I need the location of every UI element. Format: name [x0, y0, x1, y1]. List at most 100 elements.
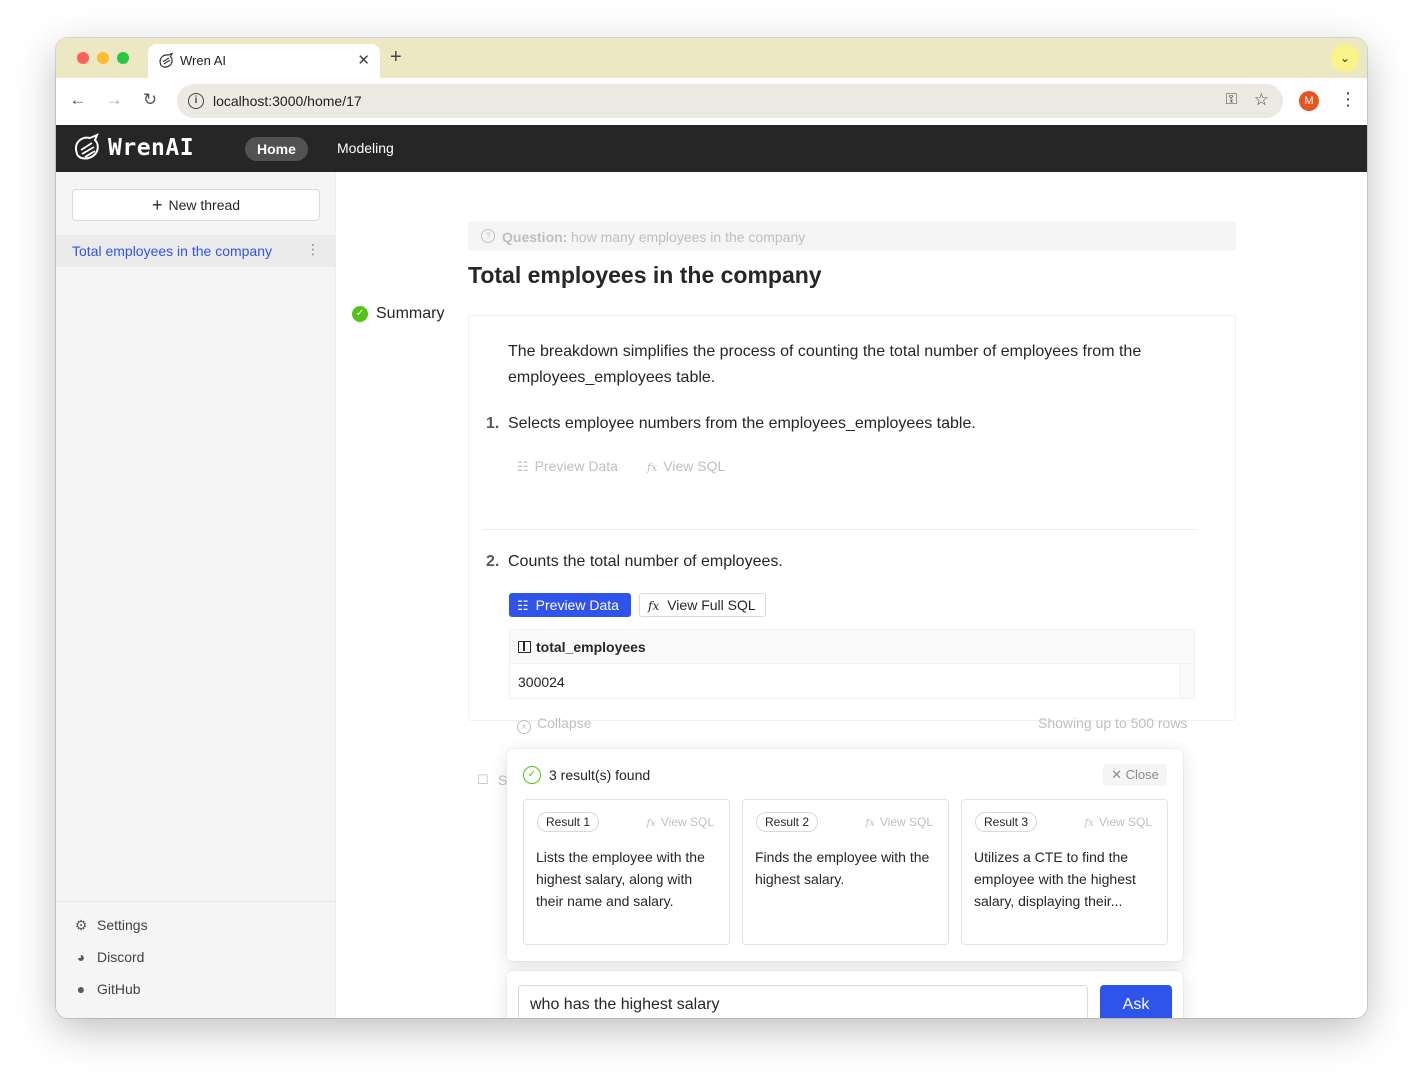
ask-button[interactable]: Ask: [1100, 985, 1172, 1018]
forward-arrow-icon[interactable]: →: [103, 90, 125, 110]
step-text: Selects employee numbers from the employ…: [508, 415, 976, 432]
browser-menu-icon[interactable]: ⋮: [1339, 89, 1357, 110]
brand-name[interactable]: WrenAI: [108, 135, 194, 161]
fx-icon: fx: [646, 818, 656, 829]
bookmark-star-icon[interactable]: ☆: [1254, 90, 1269, 110]
gear-icon: ⚙: [74, 917, 88, 933]
column-header: total_employees: [536, 639, 646, 655]
close-label: Close: [1125, 767, 1159, 782]
question-text: how many employees in the company: [571, 229, 806, 245]
preview-data-icon: ☷: [517, 598, 529, 613]
address-bar[interactable]: i localhost:3000/home/17 ⚿ ☆: [177, 84, 1283, 118]
result-tag: Result 1: [537, 812, 600, 832]
thread-more-icon[interactable]: ⋮: [306, 241, 320, 258]
result-description: Lists the employee with the highest sala…: [536, 849, 705, 909]
preview-table: total_employees 300024: [509, 629, 1195, 699]
table-scrollbar[interactable]: [1180, 664, 1194, 698]
fx-icon: fx: [648, 599, 660, 613]
view-sql-button[interactable]: fx View SQL: [1085, 815, 1152, 829]
table-header: total_employees: [510, 630, 1194, 664]
nav-home-tab[interactable]: Home: [245, 137, 308, 161]
sidebar-settings-link[interactable]: ⚙ Settings: [72, 917, 148, 934]
fx-icon: fx: [1084, 818, 1094, 829]
profile-avatar[interactable]: M: [1299, 91, 1319, 111]
table-cell: 300024: [518, 674, 565, 690]
hidden-action-label: S: [498, 772, 508, 788]
close-window-button[interactable]: [77, 52, 89, 64]
view-sql-label: View SQL: [660, 815, 714, 829]
view-sql-label: View SQL: [1098, 815, 1152, 829]
close-button[interactable]: ✕ Close: [1103, 764, 1167, 786]
results-title: 3 result(s) found: [549, 767, 651, 783]
plus-icon: +: [151, 195, 163, 215]
github-label: GitHub: [97, 981, 141, 997]
collapse-button[interactable]: ∧ Collapse: [517, 715, 591, 734]
view-sql-button[interactable]: fx View SQL: [647, 815, 714, 829]
result-tag: Result 2: [756, 812, 819, 832]
preview-data-icon: ☷: [517, 459, 529, 474]
browser-toolbar: ← → ↻ i localhost:3000/home/17 ⚿ ☆ M ⋮: [56, 78, 1367, 125]
preview-data-label: Preview Data: [535, 597, 619, 613]
github-icon: ●: [76, 981, 86, 997]
tab-search-chevron-icon[interactable]: ⌄: [1331, 44, 1359, 72]
page-title: Total employees in the company: [468, 262, 822, 288]
check-circle-icon: ✓: [523, 766, 541, 784]
app-header: WrenAI Home Modeling: [56, 125, 1367, 172]
column-icon: [518, 641, 531, 653]
step-number: 1.: [486, 415, 500, 432]
tab-close-icon[interactable]: ✕: [357, 51, 370, 69]
result-description: Finds the employee with the highest sala…: [755, 849, 930, 887]
browser-window: Wren AI ✕ + ⌄ ← → ↻ i localhost:3000/hom…: [56, 38, 1367, 1018]
view-full-sql-label: View Full SQL: [667, 597, 756, 613]
back-arrow-icon[interactable]: ←: [67, 90, 89, 110]
site-info-icon[interactable]: i: [188, 93, 204, 109]
question-input[interactable]: who has the highest salary: [518, 985, 1088, 1018]
result-card[interactable]: Result 2 fx View SQL Finds the employee w…: [742, 799, 949, 945]
preview-data-button[interactable]: ☷ Preview Data: [517, 458, 618, 475]
discord-label: Discord: [97, 949, 145, 965]
save-icon: ☐: [477, 772, 489, 787]
question-bar: ? Question: how many employees in the co…: [468, 221, 1236, 251]
settings-label: Settings: [97, 917, 148, 933]
summary-title: Summary: [376, 305, 453, 323]
step-divider: [482, 529, 1196, 530]
reload-icon[interactable]: ↻: [139, 90, 161, 110]
maximize-window-button[interactable]: [117, 52, 129, 64]
result-card[interactable]: Result 1 fx View SQL Lists the employee w…: [523, 799, 730, 945]
preview-data-label: Preview Data: [534, 458, 618, 474]
sidebar-github-link[interactable]: ● GitHub: [72, 981, 141, 997]
collapse-label: Collapse: [537, 715, 592, 731]
wren-logo-icon: [159, 52, 174, 68]
sidebar-divider: [56, 901, 336, 902]
fx-icon: fx: [865, 818, 875, 829]
sidebar-discord-link[interactable]: ◕ Discord: [72, 949, 145, 965]
minimize-window-button[interactable]: [97, 52, 109, 64]
result-card[interactable]: Result 3 fx View SQL Utilizes a CTE to fi…: [961, 799, 1168, 945]
results-popover: ✓ 3 result(s) found ✕ Close Result 1 fx V…: [507, 749, 1183, 961]
view-sql-label: View SQL: [663, 458, 726, 474]
main-content: ? Question: how many employees in the co…: [336, 172, 1367, 1018]
thread-item[interactable]: Total employees in the company ⋮: [56, 235, 336, 267]
preview-data-button[interactable]: ☷ Preview Data: [509, 593, 631, 617]
result-tag: Result 3: [975, 812, 1038, 832]
sidebar: + New thread Total employees in the compa…: [56, 172, 336, 1018]
result-description: Utilizes a CTE to find the employee with…: [974, 849, 1136, 909]
new-thread-button[interactable]: + New thread: [72, 189, 320, 221]
view-sql-label: View SQL: [879, 815, 933, 829]
tab-title: Wren AI: [180, 53, 227, 68]
new-tab-button[interactable]: +: [390, 46, 402, 69]
view-sql-button[interactable]: fx View SQL: [866, 815, 933, 829]
wren-logo-icon: [74, 133, 99, 160]
discord-icon: ◕: [76, 949, 86, 965]
password-key-icon[interactable]: ⚿: [1226, 91, 1237, 108]
tab-strip: Wren AI ✕ + ⌄: [56, 38, 1367, 78]
view-sql-button[interactable]: fx View SQL: [647, 458, 725, 474]
summary-text: The breakdown simplifies the process of …: [508, 343, 1142, 386]
new-thread-label: New thread: [168, 197, 241, 213]
chevron-up-icon: ∧: [517, 720, 531, 734]
view-full-sql-button[interactable]: fx View Full SQL: [639, 593, 766, 617]
question-label: Question:: [502, 229, 568, 245]
nav-modeling-tab[interactable]: Modeling: [337, 140, 394, 156]
browser-tab[interactable]: Wren AI ✕: [148, 44, 380, 78]
url-text[interactable]: localhost:3000/home/17: [213, 93, 362, 109]
